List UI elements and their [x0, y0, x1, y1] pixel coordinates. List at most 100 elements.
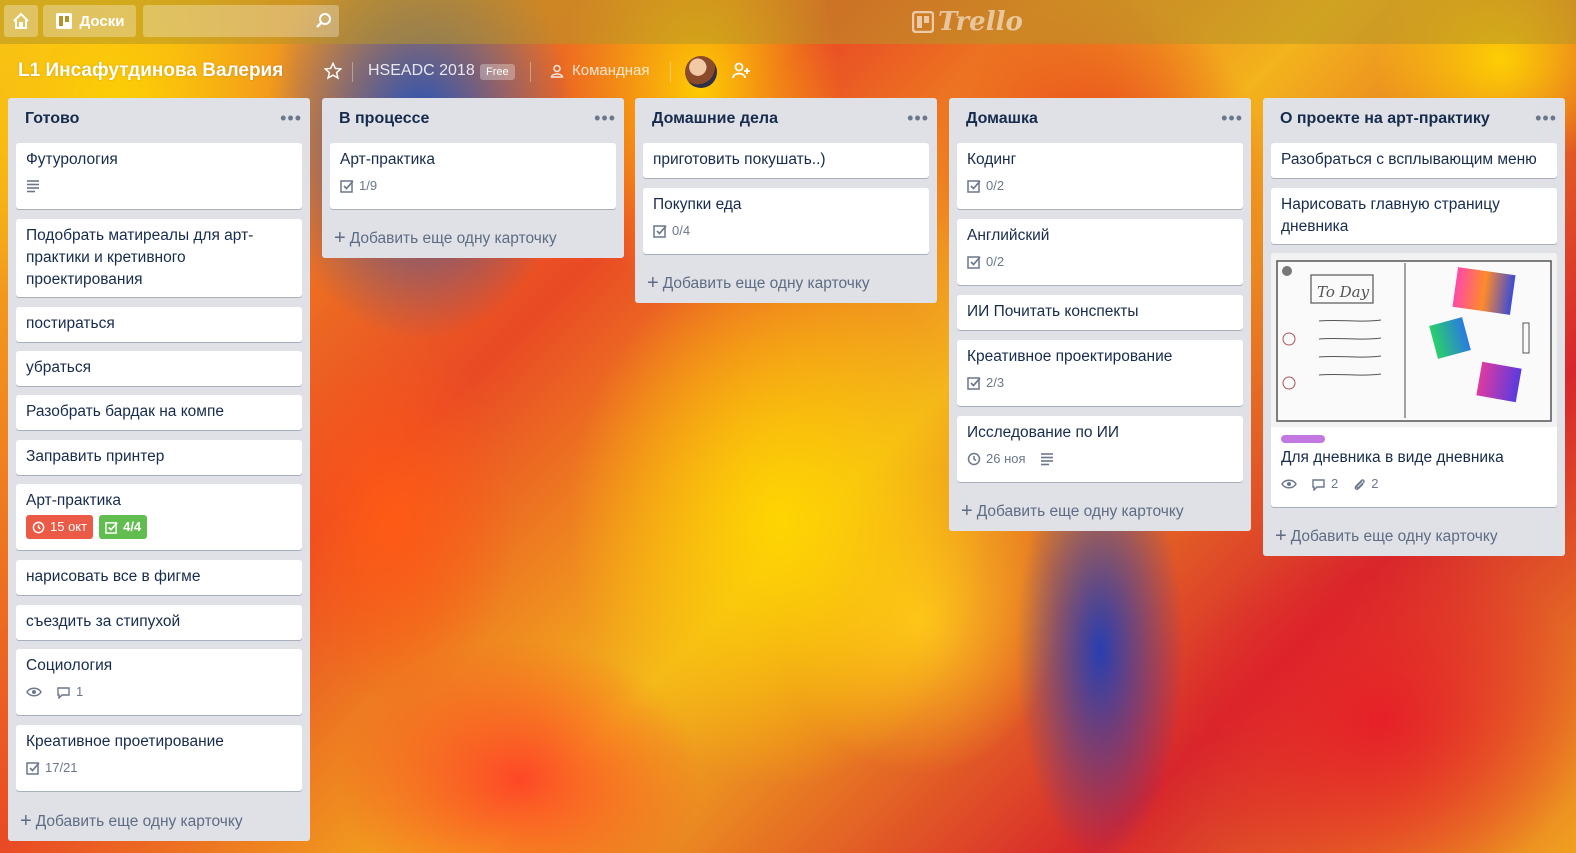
- eye-icon: [1281, 479, 1297, 489]
- card[interactable]: убраться: [16, 351, 302, 386]
- clock-icon: [967, 452, 981, 466]
- checklist-badge: 4/4: [99, 515, 148, 539]
- checklist-count: 0/4: [672, 223, 691, 238]
- sketch-image: To Day: [1271, 253, 1557, 427]
- card[interactable]: Заправить принтер: [16, 440, 302, 475]
- add-card-label: Добавить еще одну карточку: [976, 502, 1184, 520]
- card[interactable]: Арт-практика 1/9: [330, 143, 616, 209]
- checklist-count: 1/9: [359, 178, 378, 193]
- checklist-icon: [967, 256, 981, 269]
- card-title: Арт-практика: [340, 151, 435, 168]
- list-menu-icon[interactable]: •••: [1535, 108, 1557, 129]
- card[interactable]: Разобрать бардак на компе: [16, 395, 302, 430]
- comments-badge: 2: [1311, 473, 1338, 495]
- list-menu-icon[interactable]: •••: [1221, 108, 1243, 129]
- description-icon: [1040, 453, 1053, 466]
- checklist-count: 17/21: [45, 760, 78, 775]
- list-in-progress: В процессе ••• Арт-практика 1/9 + Добави…: [322, 98, 624, 258]
- invite-icon[interactable]: [730, 60, 752, 82]
- card-title: Футурология: [26, 151, 118, 168]
- card-title: ИИ Почитать конспекты: [967, 303, 1139, 320]
- card[interactable]: Нарисовать главную страницу дневника: [1271, 188, 1557, 244]
- card[interactable]: Креативное проетирование 17/21: [16, 725, 302, 791]
- add-card-button[interactable]: + Добавить еще одну карточку: [961, 500, 1184, 523]
- checklist-icon: [105, 521, 118, 534]
- attachments-badge: 2: [1352, 473, 1378, 495]
- add-card-button[interactable]: + Добавить еще одну карточку: [647, 272, 870, 295]
- checklist-icon: [967, 180, 981, 193]
- card[interactable]: постираться: [16, 307, 302, 342]
- search-input[interactable]: [143, 5, 339, 37]
- team-name[interactable]: HSEADC 2018: [368, 62, 475, 80]
- card-title: приготовить покушать..): [653, 151, 826, 168]
- card-title: Исследование по ИИ: [967, 424, 1120, 441]
- due-date-text: 26 ноя: [986, 451, 1026, 466]
- board-title[interactable]: L1 Инсафутдинова Валерия: [18, 60, 283, 82]
- boards-button[interactable]: Доски: [43, 5, 136, 37]
- card-label[interactable]: [1281, 435, 1325, 443]
- comment-icon: [57, 686, 70, 699]
- card[interactable]: Креативное проектирование 2/3: [957, 340, 1243, 406]
- card[interactable]: Подобрать матиреалы для арт-практики и к…: [16, 219, 302, 297]
- card-title: Разобрать бардак на компе: [26, 403, 224, 420]
- plan-badge: Free: [480, 64, 515, 80]
- due-date-badge[interactable]: 15 окт: [26, 515, 94, 539]
- checklist-icon: [653, 225, 667, 238]
- separator: [352, 62, 353, 82]
- card[interactable]: приготовить покушать..): [643, 143, 929, 178]
- boards-icon: [55, 13, 72, 29]
- checklist-count: 4/4: [123, 519, 142, 534]
- card[interactable]: Исследование по ИИ 26 ноя: [957, 416, 1243, 482]
- card[interactable]: Покупки еда 0/4: [643, 188, 929, 254]
- member-avatar[interactable]: [685, 56, 717, 88]
- card[interactable]: Разобраться с всплывающим меню: [1271, 143, 1557, 178]
- top-navigation-bar: Доски Trello: [0, 0, 1576, 44]
- logo-text: Trello: [938, 7, 1023, 37]
- card[interactable]: Английский 0/2: [957, 219, 1243, 285]
- card[interactable]: съездить за стипухой: [16, 605, 302, 640]
- list-title[interactable]: В процессе: [339, 110, 429, 128]
- visibility-button[interactable]: Командная: [550, 62, 650, 79]
- due-date-badge[interactable]: 26 ноя: [967, 448, 1026, 470]
- list-title[interactable]: Домашние дела: [652, 110, 778, 128]
- star-icon[interactable]: [324, 62, 342, 80]
- add-card-label: Добавить еще одну карточку: [1290, 527, 1498, 545]
- add-card-label: Добавить еще одну карточку: [662, 274, 870, 292]
- add-card-button[interactable]: + Добавить еще одну карточку: [20, 810, 243, 833]
- card[interactable]: ИИ Почитать конспекты: [957, 295, 1243, 330]
- list-title[interactable]: Готово: [25, 110, 79, 128]
- home-icon: [13, 12, 29, 29]
- comments-badge: 1: [56, 681, 83, 703]
- trello-logo[interactable]: Trello: [912, 6, 1023, 38]
- eye-icon: [26, 687, 42, 697]
- list-title[interactable]: О проекте на арт-практику: [1280, 110, 1490, 128]
- card[interactable]: нарисовать все в фигме: [16, 560, 302, 595]
- search-icon: [316, 13, 331, 28]
- checklist-count: 0/2: [986, 178, 1005, 193]
- add-card-button[interactable]: + Добавить еще одну карточку: [1275, 525, 1498, 548]
- trello-logo-icon: [912, 11, 934, 33]
- add-card-button[interactable]: + Добавить еще одну карточку: [334, 227, 557, 250]
- card-title: Покупки еда: [653, 196, 742, 213]
- plus-icon: +: [647, 272, 659, 294]
- card-title: Арт-практика: [26, 492, 121, 509]
- attachment-icon: [1354, 479, 1365, 490]
- checklist-badge: 2/3: [967, 372, 1004, 394]
- list-menu-icon[interactable]: •••: [594, 108, 616, 129]
- add-card-label: Добавить еще одну карточку: [349, 229, 557, 247]
- list-menu-icon[interactable]: •••: [907, 108, 929, 129]
- card[interactable]: Кодинг 0/2: [957, 143, 1243, 209]
- home-button[interactable]: [4, 5, 38, 37]
- card[interactable]: Футурология: [16, 143, 302, 209]
- list-title[interactable]: Домашка: [966, 110, 1038, 128]
- list-menu-icon[interactable]: •••: [280, 108, 302, 129]
- card[interactable]: Арт-практика 15 окт 4/4: [16, 484, 302, 550]
- comments-count: 1: [76, 684, 84, 699]
- card[interactable]: Социология 1: [16, 649, 302, 715]
- checklist-badge: 0/4: [653, 220, 690, 242]
- card[interactable]: To Day Для дневника в виде дневника 2 2: [1271, 253, 1557, 507]
- card-cover-image: To Day: [1271, 253, 1557, 427]
- card-title: Креативное проетирование: [26, 733, 224, 750]
- board-header: L1 Инсафутдинова Валерия HSEADC 2018 Fre…: [0, 48, 1576, 96]
- comments-count: 2: [1331, 476, 1339, 491]
